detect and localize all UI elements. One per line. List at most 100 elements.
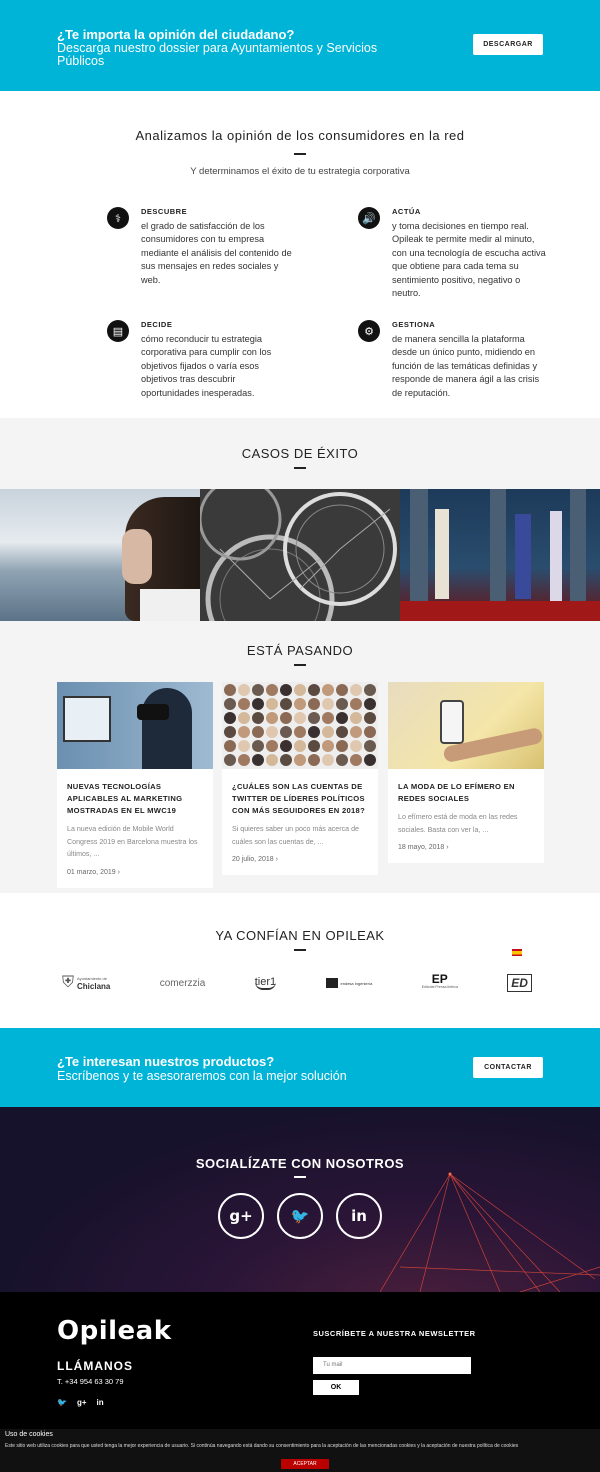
portrait-thumb (252, 698, 264, 710)
news-title: ESTÁ PASANDO (246, 643, 354, 658)
linkedin-icon[interactable]: in (336, 1193, 382, 1239)
twitter-icon[interactable]: 🐦 (57, 1398, 67, 1407)
bottom-cta-heading: ¿Te interesan nuestros productos? (57, 1054, 275, 1069)
footer-logo[interactable]: Opileak (57, 1316, 172, 1346)
linkedin-icon[interactable]: in (97, 1398, 104, 1407)
chevron-right-icon[interactable]: › (276, 856, 278, 863)
news-card[interactable]: NUEVAS TECNOLOGÍAS APLICABLES AL MARKETI… (57, 682, 213, 888)
top-cta-heading: ¿Te importa la opinión del ciudadano? (57, 27, 295, 42)
newsletter-ok-button[interactable]: OK (313, 1380, 359, 1395)
news-card[interactable]: LA MODA DE LO EFÍMERO EN REDES SOCIALES … (388, 682, 544, 864)
news-card-date: 01 marzo, 2019 › (57, 861, 213, 888)
portrait-thumb (350, 726, 362, 738)
feature-body: cómo reconducir tu estrategia corporativ… (141, 334, 272, 398)
chevron-right-icon[interactable]: › (446, 844, 448, 851)
spain-flag-icon[interactable] (512, 949, 522, 956)
casos-divider (294, 467, 306, 469)
portrait-thumb (322, 740, 334, 752)
portrait-thumb (252, 684, 264, 696)
portrait-thumb (350, 684, 362, 696)
download-button[interactable]: DESCARGAR (473, 34, 543, 55)
portrait-thumb (336, 712, 348, 724)
logo-sub: Editorial Prensa Ibérica (421, 985, 458, 989)
social-title: SOCIALÍZATE CON NOSOTROS (195, 1156, 405, 1171)
news-card-date-text: 01 marzo, 2019 (67, 868, 116, 876)
portrait-thumb (364, 684, 376, 696)
feature-heading: GESTIONA (392, 320, 436, 329)
call-title: LLÁMANOS (57, 1359, 133, 1373)
case-image-shop-window[interactable] (400, 489, 600, 621)
intro-divider (294, 153, 306, 155)
portrait-thumb (280, 754, 292, 766)
portrait-thumb (238, 740, 250, 752)
news-image-phone[interactable] (388, 682, 544, 769)
shield-icon: ⛨ (62, 974, 75, 991)
portrait-thumb (294, 740, 306, 752)
portrait-thumb (308, 684, 320, 696)
case-image-bicycles[interactable] (200, 489, 400, 621)
logo-name: Chiclana (77, 982, 111, 991)
contact-button[interactable]: CONTACTAR (473, 1057, 543, 1078)
logo-name: ED (507, 974, 532, 992)
portrait-thumb (252, 754, 264, 766)
newsletter-title: SUSCRÍBETE A NUESTRA NEWSLETTER (313, 1329, 476, 1338)
portrait-thumb (364, 712, 376, 724)
news-card[interactable]: ¿CUÁLES SON LAS CUENTAS DE TWITTER DE LÍ… (222, 682, 378, 876)
case-image-woman-sea[interactable] (0, 489, 200, 621)
footer: Opileak LLÁMANOS T. +34 954 63 30 79 🐦 g… (0, 1292, 600, 1429)
news-card-title[interactable]: NUEVAS TECNOLOGÍAS APLICABLES AL MARKETI… (57, 769, 213, 817)
portrait-thumb (322, 698, 334, 710)
portrait-thumb (322, 684, 334, 696)
portrait-thumb (280, 698, 292, 710)
portrait-thumb (280, 726, 292, 738)
portrait-thumb (322, 726, 334, 738)
news-card-title[interactable]: ¿CUÁLES SON LAS CUENTAS DE TWITTER DE LÍ… (222, 769, 378, 817)
portrait-thumb (364, 754, 376, 766)
endesa-mark-icon (325, 978, 338, 988)
news-image-vr[interactable] (57, 682, 213, 769)
portrait-thumb (224, 726, 236, 738)
portrait-thumb (364, 698, 376, 710)
portrait-thumb (336, 754, 348, 766)
social-buttons: g+ 🐦 in (0, 1193, 600, 1239)
logo-tier1: tier1 (254, 976, 277, 990)
clients-section: YA CONFÍAN EN OPILEAK ⛨ Ayuntamiento de … (0, 893, 600, 1028)
newsletter-email-input[interactable]: Tu mail (313, 1357, 471, 1374)
news-card-date: 20 julio, 2018 › (222, 848, 378, 875)
logo-sub: endesa ingeniería (340, 980, 373, 986)
accept-cookies-button[interactable]: ACEPTAR (281, 1459, 329, 1469)
footer-social: 🐦 g+ in (57, 1398, 104, 1407)
news-card-title[interactable]: LA MODA DE LO EFÍMERO EN REDES SOCIALES (388, 769, 544, 805)
portrait-thumb (294, 726, 306, 738)
casos-title: CASOS DE ÉXITO (241, 446, 359, 461)
portrait-thumb (350, 712, 362, 724)
portrait-thumb (266, 754, 278, 766)
top-cta-text: ¿Te importa la opinión del ciudadano? De… (57, 27, 417, 68)
logo-name: comerzzia (159, 977, 206, 989)
portrait-thumb (266, 726, 278, 738)
portrait-thumb (336, 698, 348, 710)
phone-number[interactable]: T. +34 954 63 30 79 (57, 1377, 124, 1386)
news-card-excerpt: Lo efímero está de moda en las redes soc… (398, 813, 518, 834)
casos-gallery (0, 489, 600, 621)
google-plus-icon[interactable]: g+ (218, 1193, 264, 1239)
twitter-icon[interactable]: 🐦 (277, 1193, 323, 1239)
social-divider (294, 1176, 306, 1178)
portrait-thumb (224, 698, 236, 710)
google-plus-icon[interactable]: g+ (77, 1398, 87, 1407)
client-logos: ⛨ Ayuntamiento de Chiclana comerzzia tie… (62, 968, 532, 998)
news-section: ESTÁ PASANDO NUEVAS TECNOLOGÍAS APLICABL… (0, 621, 600, 893)
chevron-right-icon[interactable]: › (118, 869, 120, 876)
feature-heading: DESCUBRE (141, 207, 188, 216)
clients-title: YA CONFÍAN EN OPILEAK (215, 928, 385, 943)
news-image-politicians[interactable] (222, 682, 378, 769)
news-card-date-text: 20 julio, 2018 (232, 856, 274, 864)
cookie-text: Este sitio web utiliza cookies para que … (5, 1443, 519, 1449)
portrait-thumb (336, 740, 348, 752)
portrait-thumb (252, 712, 264, 724)
intro-subtitle: Y determinamos el éxito de tu estrategia… (190, 166, 410, 177)
portrait-thumb (336, 684, 348, 696)
bottom-cta-subheading: Escríbenos y te asesoraremos con la mejo… (57, 1069, 347, 1083)
feature-body: y toma decisiones en tiempo real. Opilea… (392, 221, 546, 299)
logo-chiclana: ⛨ Ayuntamiento de Chiclana (62, 974, 110, 992)
